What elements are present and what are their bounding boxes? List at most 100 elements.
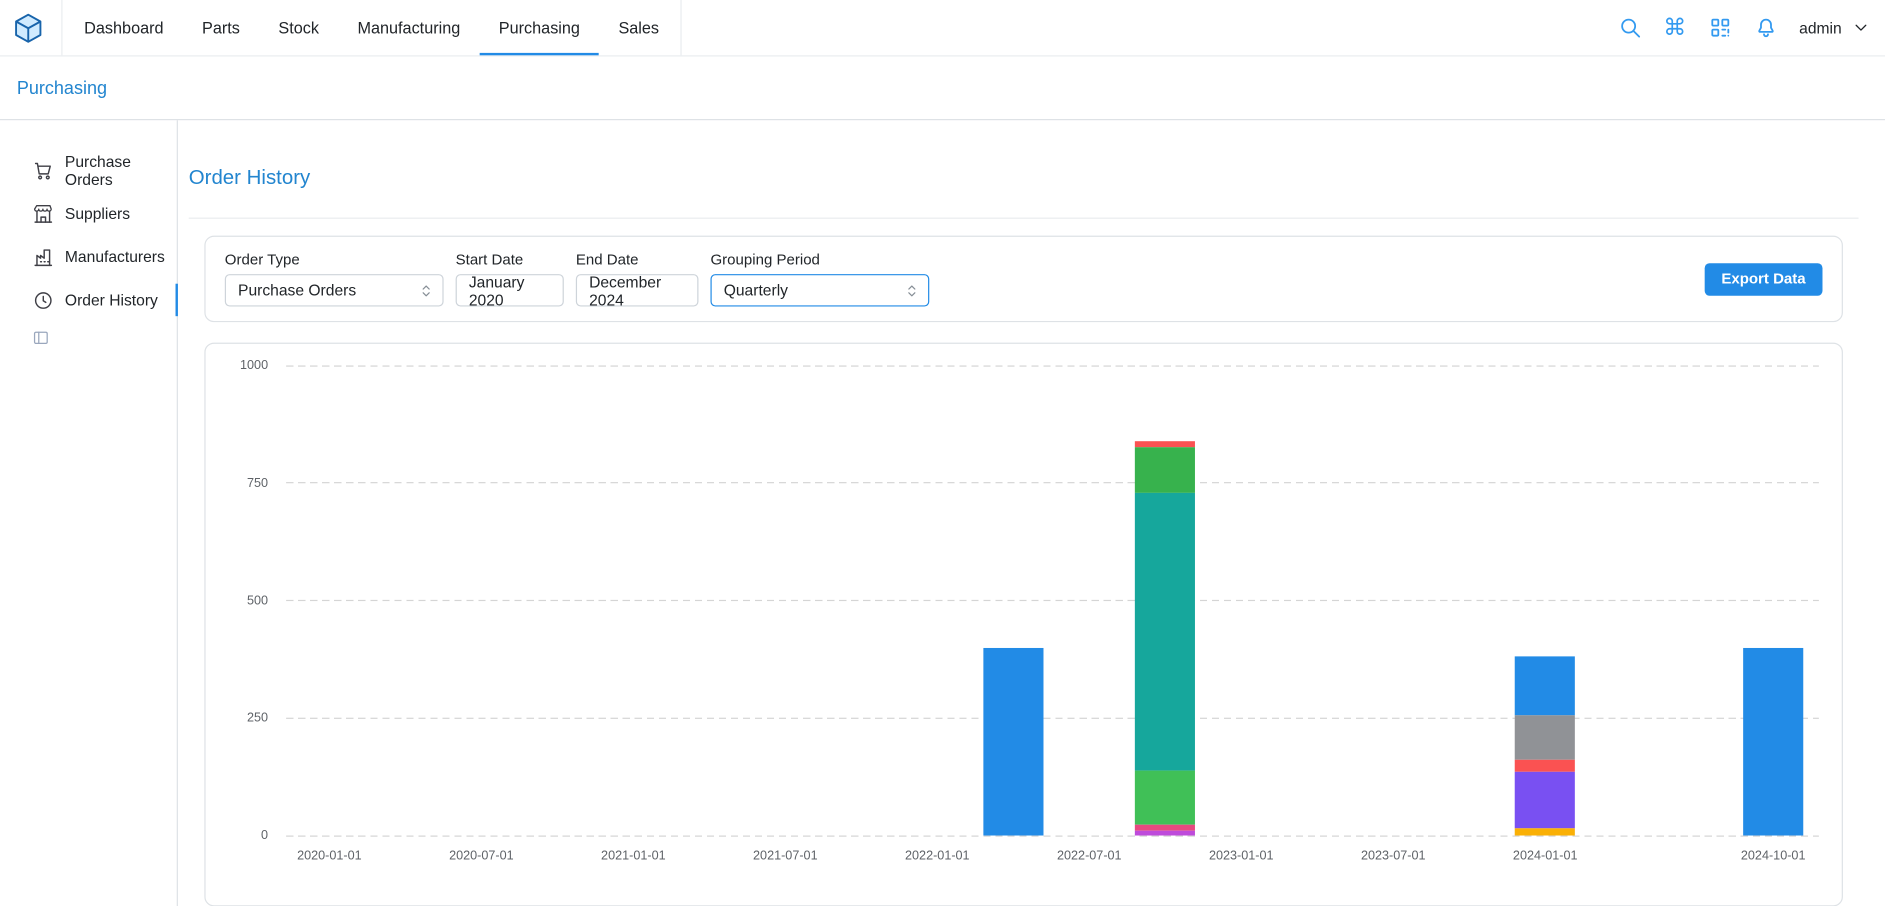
nav-tab-purchasing[interactable]: Purchasing <box>480 0 600 55</box>
command-icon: ⌘ <box>1663 16 1686 39</box>
barcode-scan-button[interactable] <box>1708 16 1732 40</box>
grouping-period-value: Quarterly <box>724 281 788 299</box>
filter-card: Order Type Purchase Orders Start Date Ja… <box>204 236 1843 323</box>
order-type-value: Purchase Orders <box>238 281 356 299</box>
bar-segment-grape[interactable] <box>1135 831 1195 836</box>
stacked-bar-2024-10-01[interactable] <box>1743 648 1803 836</box>
end-date-label: End Date <box>576 251 699 268</box>
order-type-select[interactable]: Purchase Orders <box>225 274 444 306</box>
sidebar-item-manufacturers[interactable]: Manufacturers <box>0 239 177 274</box>
y-axis-tick-label: 250 <box>206 711 269 725</box>
shopping-cart-icon <box>32 159 54 181</box>
nav-tab-stock[interactable]: Stock <box>259 0 338 55</box>
x-axis-tick-label: 2022-07-01 <box>1035 849 1143 863</box>
grouping-period-label: Grouping Period <box>710 251 929 268</box>
gridline-750 <box>286 482 1819 483</box>
username-label: admin <box>1799 19 1842 37</box>
purchasing-layout: Purchase Orders Suppliers <box>0 120 1885 906</box>
sidebar-toggle-icon <box>32 329 49 346</box>
x-axis-tick-label: 2021-01-01 <box>579 849 687 863</box>
history-icon <box>32 289 54 311</box>
bar-segment-orange[interactable] <box>1515 828 1575 835</box>
notifications-button[interactable] <box>1753 16 1777 40</box>
sidebar: Purchase Orders Suppliers <box>0 120 178 906</box>
export-data-button[interactable]: Export Data <box>1704 263 1822 295</box>
bar-segment-light-green[interactable] <box>1135 448 1195 493</box>
bar-segment-blue[interactable] <box>983 648 1043 836</box>
nav-tab-dashboard[interactable]: Dashboard <box>65 0 183 55</box>
grouping-period-field: Grouping Period Quarterly <box>710 251 929 306</box>
sidebar-collapse-button[interactable] <box>32 329 49 346</box>
search-button[interactable] <box>1618 16 1642 40</box>
bell-icon <box>1753 16 1777 40</box>
sidebar-item-order-history[interactable]: Order History <box>0 283 177 318</box>
start-date-input[interactable]: January 2020 <box>456 274 564 306</box>
chart-plot <box>286 365 1819 835</box>
sidebar-item-label: Manufacturers <box>65 248 165 266</box>
main-content: Order History Order Type Purchase Orders <box>178 120 1885 906</box>
sidebar-item-purchase-orders[interactable]: Purchase Orders <box>0 153 177 188</box>
order-type-label: Order Type <box>225 251 444 268</box>
bar-segment-red[interactable] <box>1135 441 1195 448</box>
x-axis-tick-label: 2023-01-01 <box>1187 849 1295 863</box>
bar-segment-blue[interactable] <box>1515 657 1575 716</box>
x-axis-tick-label: 2021-07-01 <box>731 849 839 863</box>
x-axis-tick-label: 2024-01-01 <box>1491 849 1599 863</box>
nav-tab-manufacturing[interactable]: Manufacturing <box>338 0 479 55</box>
sidebar-item-label: Purchase Orders <box>65 152 177 188</box>
chart-ylabels: 0 250 500 750 1000 <box>206 344 276 905</box>
order-type-field: Order Type Purchase Orders <box>225 251 444 306</box>
grouping-period-select[interactable]: Quarterly <box>710 274 929 306</box>
bar-segment-red[interactable] <box>1515 760 1575 772</box>
y-axis-tick-label: 750 <box>206 476 269 490</box>
start-date-label: Start Date <box>456 251 564 268</box>
gridline-1000 <box>286 365 1819 366</box>
building-store-icon <box>32 203 54 225</box>
end-date-input[interactable]: December 2024 <box>576 274 699 306</box>
section-heading: Order History <box>189 166 1885 190</box>
factory-icon <box>32 246 54 268</box>
nav-tab-sales[interactable]: Sales <box>599 0 678 55</box>
gridline-0 <box>286 835 1819 836</box>
x-axis-tick-label: 2020-01-01 <box>275 849 383 863</box>
chart-xlabels: 2020-01-01 2020-07-01 2021-01-01 2021-07-01… <box>206 849 1842 873</box>
bar-segment-gray[interactable] <box>1515 716 1575 761</box>
nav-tab-parts[interactable]: Parts <box>183 0 259 55</box>
x-axis-tick-label: 2022-01-01 <box>883 849 991 863</box>
chevron-selector-icon <box>903 281 921 299</box>
y-axis-tick-label: 500 <box>206 593 269 607</box>
page-title[interactable]: Purchasing <box>17 78 107 98</box>
chevron-selector-icon <box>417 281 435 299</box>
y-axis-tick-label: 1000 <box>206 358 269 372</box>
spotlight-button[interactable]: ⌘ <box>1663 16 1686 39</box>
search-icon <box>1618 16 1642 40</box>
gridline-500 <box>286 600 1819 601</box>
sidebar-item-suppliers[interactable]: Suppliers <box>0 196 177 231</box>
main-nav-tabs: Dashboard Parts Stock Manufacturing Purc… <box>61 0 682 55</box>
start-date-field: Start Date January 2020 <box>456 251 564 306</box>
bar-segment-teal[interactable] <box>1135 492 1195 771</box>
bar-segment-violet[interactable] <box>1515 772 1575 828</box>
y-axis-tick-label: 0 <box>206 828 269 842</box>
user-menu[interactable]: admin <box>1799 18 1870 37</box>
stacked-bar-2022-04-01[interactable] <box>983 648 1043 836</box>
stacked-bar-2024-01-01[interactable] <box>1515 657 1575 836</box>
x-axis-tick-label: 2020-07-01 <box>427 849 535 863</box>
bar-segment-blue[interactable] <box>1743 648 1803 836</box>
navbar-actions: ⌘ <box>1618 0 1871 55</box>
chevron-down-icon <box>1851 18 1870 37</box>
command-glyph: ⌘ <box>1663 16 1686 39</box>
sidebar-item-label: Order History <box>65 291 158 309</box>
app-logo[interactable] <box>12 0 44 55</box>
end-date-field: End Date December 2024 <box>576 251 699 306</box>
stacked-bar-2022-10-01[interactable] <box>1135 441 1195 836</box>
page-header: Purchasing <box>0 57 1885 121</box>
bar-segment-green[interactable] <box>1135 771 1195 825</box>
qr-scan-icon <box>1708 16 1732 40</box>
sidebar-item-label: Suppliers <box>65 204 130 222</box>
chart-card: 0 250 500 750 1000 2020-01-01 2020-07-01 2021-… <box>204 343 1843 906</box>
heading-divider <box>189 218 1859 219</box>
x-axis-tick-label: 2024-10-01 <box>1719 849 1827 863</box>
top-navbar: Dashboard Parts Stock Manufacturing Purc… <box>0 0 1885 57</box>
gridline-250 <box>286 717 1819 718</box>
